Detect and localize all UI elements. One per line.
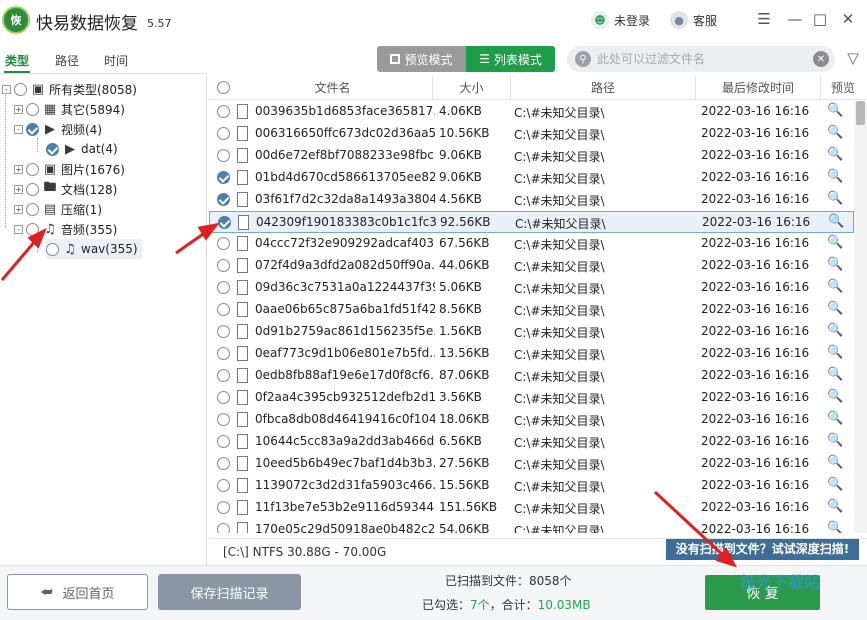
annotation-arrows [0, 222, 738, 568]
annotation-arrow [653, 490, 726, 558]
annotation-arrow [175, 230, 207, 255]
annotation-arrow [0, 239, 38, 281]
